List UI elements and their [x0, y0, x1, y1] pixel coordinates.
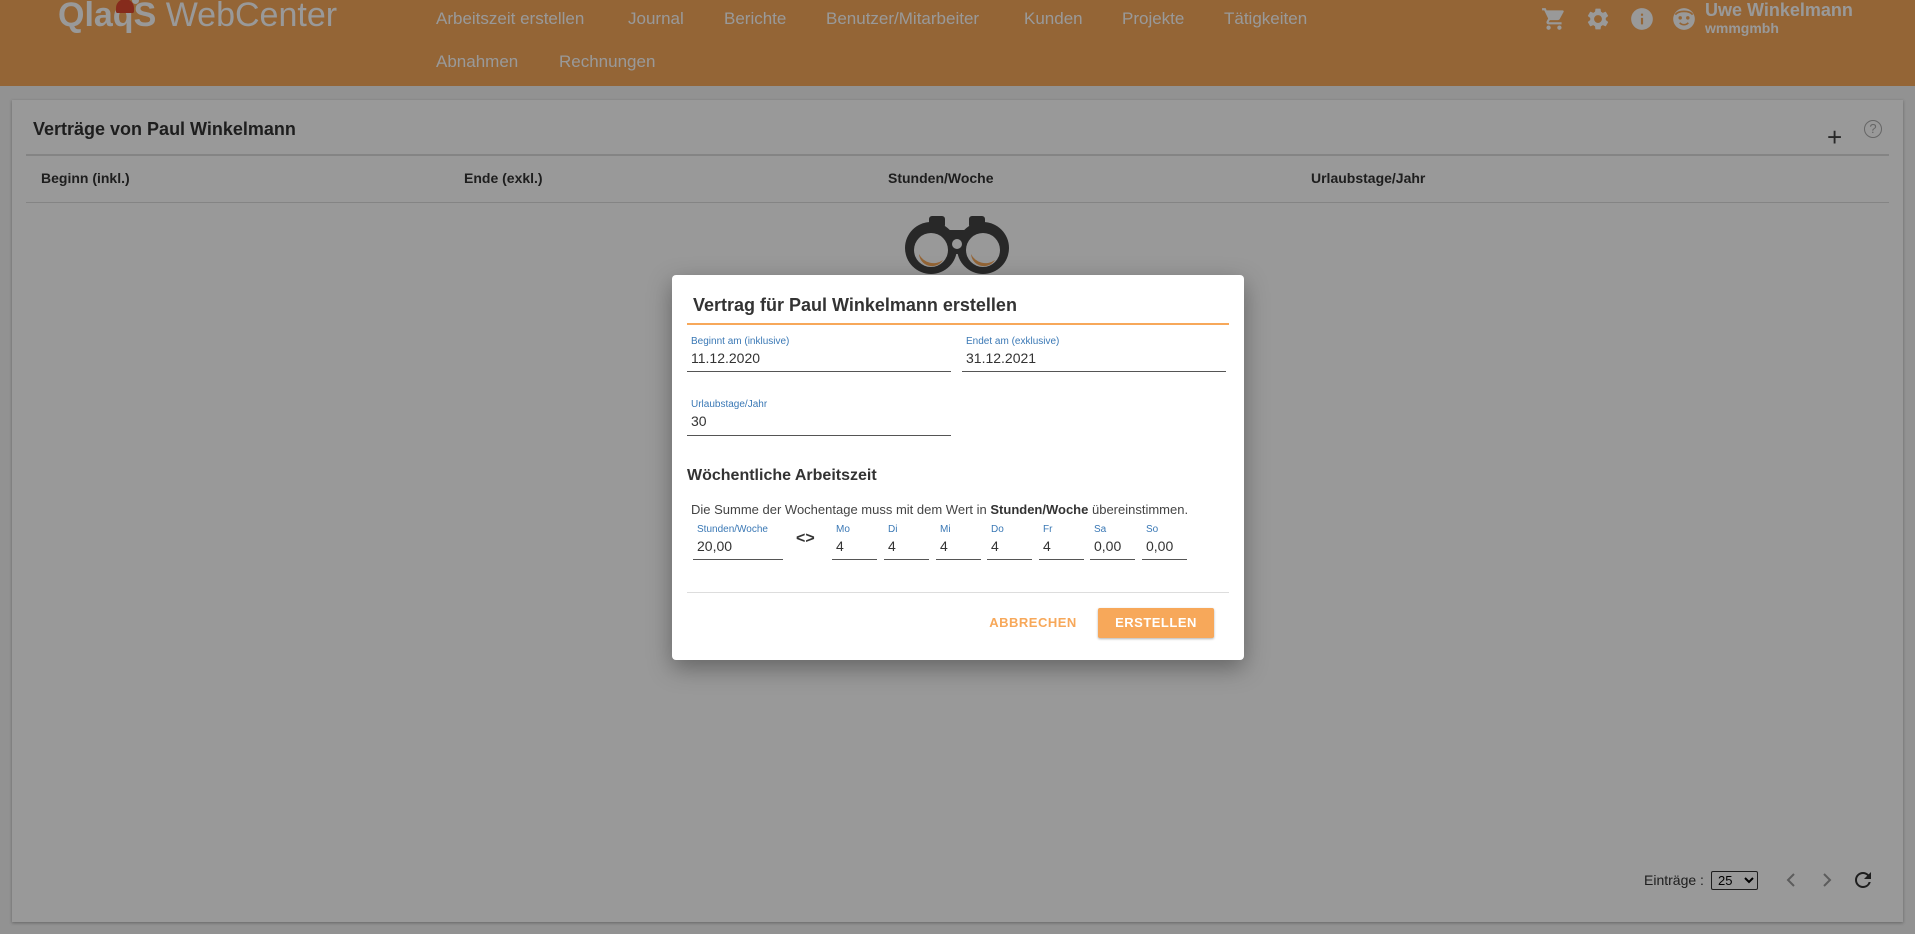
distribute-hours-icon[interactable]: <> [796, 530, 815, 548]
day-label: Mo [836, 524, 850, 535]
day-label: Do [991, 524, 1004, 535]
dialog-title-underline [687, 323, 1229, 325]
hours-per-week-value[interactable]: 20,00 [697, 538, 732, 554]
day-field-mo[interactable]: Mo 4 [832, 524, 877, 560]
day-field-di[interactable]: Di 4 [884, 524, 929, 560]
vacation-days-value[interactable]: 30 [691, 413, 707, 429]
day-label: Sa [1094, 524, 1107, 535]
field-underline [693, 559, 783, 560]
start-date-label: Beginnt am (inklusive) [691, 336, 790, 347]
create-contract-dialog: Vertrag für Paul Winkelmann erstellen Be… [672, 275, 1244, 660]
day-value[interactable]: 4 [836, 538, 844, 554]
field-underline [962, 371, 1226, 372]
vacation-days-label: Urlaubstage/Jahr [691, 399, 768, 410]
day-value[interactable]: 4 [940, 538, 948, 554]
field-underline [987, 559, 1032, 560]
day-label: Fr [1043, 524, 1053, 535]
weekly-hours-hint: Die Summe der Wochentage muss mit dem We… [691, 502, 1188, 517]
end-date-label: Endet am (exklusive) [966, 336, 1060, 347]
day-label: So [1146, 524, 1159, 535]
field-underline [687, 371, 951, 372]
day-field-fr[interactable]: Fr 4 [1039, 524, 1084, 560]
day-field-sa[interactable]: Sa 0,00 [1090, 524, 1135, 560]
hours-per-week-label: Stunden/Woche [697, 524, 768, 535]
cancel-button[interactable]: ABBRECHEN [983, 608, 1083, 638]
create-button[interactable]: ERSTELLEN [1098, 608, 1214, 638]
field-underline [1039, 559, 1084, 560]
field-underline [884, 559, 929, 560]
hint-suffix: übereinstimmen. [1091, 502, 1189, 517]
weekly-hours-title: Wöchentliche Arbeitszeit [687, 467, 877, 484]
day-field-mi[interactable]: Mi 4 [936, 524, 981, 560]
field-underline [1142, 559, 1187, 560]
start-date-value[interactable]: 11.12.2020 [691, 350, 760, 366]
day-label: Mi [940, 524, 951, 535]
end-date-value[interactable]: 31.12.2021 [966, 350, 1036, 366]
day-value[interactable]: 4 [888, 538, 896, 554]
field-underline [936, 559, 981, 560]
day-value[interactable]: 4 [991, 538, 999, 554]
field-underline [832, 559, 877, 560]
day-field-so[interactable]: So 0,00 [1142, 524, 1187, 560]
dialog-title: Vertrag für Paul Winkelmann erstellen [693, 295, 1017, 315]
hint-bold: Stunden/Woche [990, 502, 1089, 517]
dialog-actions-divider [687, 592, 1229, 593]
field-underline [687, 435, 951, 436]
start-date-field[interactable]: Beginnt am (inklusive) 11.12.2020 [687, 336, 951, 372]
end-date-field[interactable]: Endet am (exklusive) 31.12.2021 [962, 336, 1226, 372]
field-underline [1090, 559, 1135, 560]
day-value[interactable]: 0,00 [1146, 538, 1173, 554]
day-value[interactable]: 0,00 [1094, 538, 1121, 554]
vacation-days-field[interactable]: Urlaubstage/Jahr 30 [687, 399, 951, 436]
day-value[interactable]: 4 [1043, 538, 1051, 554]
hint-prefix: Die Summe der Wochentage muss mit dem We… [691, 502, 987, 517]
day-field-do[interactable]: Do 4 [987, 524, 1032, 560]
day-label: Di [888, 524, 898, 535]
hours-per-week-field[interactable]: Stunden/Woche 20,00 [693, 524, 783, 560]
